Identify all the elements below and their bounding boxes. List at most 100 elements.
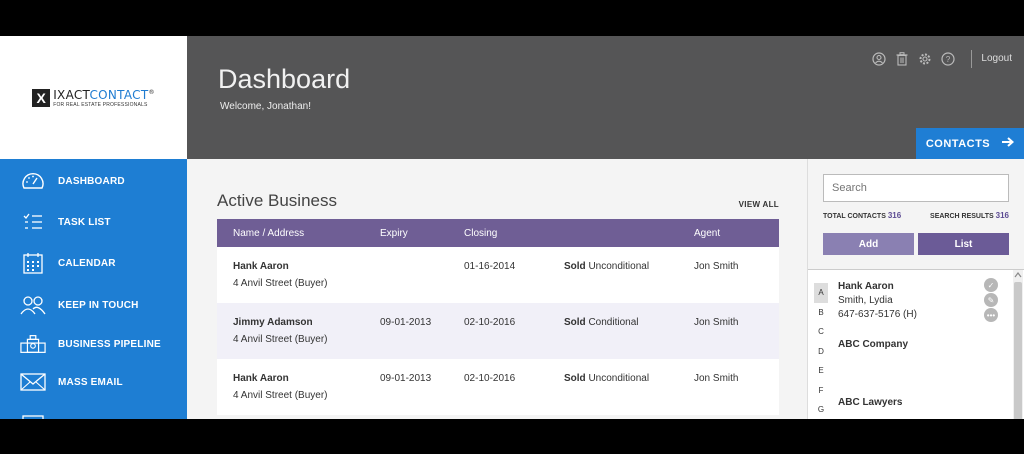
column-header-name[interactable]: Name / Address <box>233 228 304 239</box>
scroll-up-icon <box>1014 272 1022 278</box>
column-header-agent[interactable]: Agent <box>694 228 720 239</box>
checklist-icon <box>20 210 46 234</box>
total-contacts: TOTAL CONTACTS 316 <box>823 211 901 220</box>
alphabet-letter-c[interactable]: C <box>814 322 828 342</box>
alphabet-letter-a[interactable]: A <box>814 283 828 303</box>
logo-area: X IXACTCONTACT® FOR REAL ESTATE PROFESSI… <box>0 36 187 159</box>
row-status-main: Sold <box>564 261 586 272</box>
row-agent: Jon Smith <box>694 373 739 384</box>
row-status-main: Sold <box>564 373 586 384</box>
sidebar-item-label: MASS EMAIL <box>58 376 123 388</box>
column-header-closing[interactable]: Closing <box>464 228 497 239</box>
contacts-button-label: CONTACTS <box>925 137 991 150</box>
contact-list: A B C D E F G Hank Aaron Smith, Lydia 64… <box>808 269 1024 419</box>
sidebar-item-label: KEEP IN TOUCH <box>58 299 139 311</box>
sidebar-item-label: BUSINESS PIPELINE <box>58 338 161 350</box>
scrollbar-thumb[interactable] <box>1014 282 1022 419</box>
scrollbar[interactable] <box>1013 270 1023 419</box>
main-content: Active Business VIEW ALL Name / Address … <box>187 159 807 419</box>
table-row[interactable]: Hank Aaron 4 Anvil Street (Buyer) 01-16-… <box>217 247 779 303</box>
row-closing: 01-16-2014 <box>464 261 516 272</box>
contact-item[interactable]: ABC Company <box>838 338 908 352</box>
logout-link[interactable]: Logout <box>981 53 1012 64</box>
people-icon <box>20 293 46 317</box>
contact-name: ABC Lawyers <box>838 397 903 408</box>
page-title: Dashboard <box>218 64 351 94</box>
row-status-main: Sold <box>564 317 586 328</box>
total-contacts-value: 316 <box>887 211 902 220</box>
search-input[interactable] <box>823 174 1009 202</box>
logo[interactable]: X IXACTCONTACT® FOR REAL ESTATE PROFESSI… <box>32 88 155 108</box>
contact-name: Hank Aaron <box>838 281 894 292</box>
contact-name: ABC Company <box>838 339 909 350</box>
grid-icon <box>20 410 46 419</box>
sidebar-item-dashboard[interactable]: DASHBOARD <box>0 165 187 197</box>
alphabet-letter-g[interactable]: G <box>814 400 828 419</box>
table-row[interactable]: Hank Aaron 4 Anvil Street (Buyer) 09-01-… <box>217 359 779 415</box>
column-header-expiry[interactable]: Expiry <box>380 228 408 239</box>
alphabet-letter-d[interactable]: D <box>814 342 828 362</box>
header: Dashboard Welcome, Jonathan! ? Logout CO… <box>187 36 1024 159</box>
alphabet-letter-e[interactable]: E <box>814 361 828 381</box>
add-contact-button[interactable]: Add <box>823 233 914 255</box>
sidebar-item-label: DASHBOARD <box>58 175 125 187</box>
row-name: Hank Aaron <box>233 373 289 384</box>
contact-item[interactable]: ABC Lawyers <box>838 396 902 410</box>
svg-text:?: ? <box>945 55 950 64</box>
row-status-detail: Unconditional <box>588 261 650 272</box>
row-closing: 02-10-2016 <box>464 373 516 384</box>
row-name: Hank Aaron <box>233 261 289 272</box>
logo-tagline: FOR REAL ESTATE PROFESSIONALS <box>53 101 148 108</box>
view-all-link[interactable]: VIEW ALL <box>739 200 779 209</box>
row-status: Sold Unconditional <box>564 261 649 272</box>
row-agent: Jon Smith <box>694 261 739 272</box>
header-separator <box>971 50 972 68</box>
contacts-button[interactable]: CONTACTS <box>916 128 1024 159</box>
user-icon[interactable] <box>871 52 886 67</box>
sidebar-item-label: CALENDAR <box>58 257 116 269</box>
row-status-detail: Unconditional <box>588 373 650 384</box>
row-status-detail: Conditional <box>588 317 639 328</box>
row-expiry: 09-01-2013 <box>380 373 432 384</box>
contact-item[interactable]: Hank Aaron Smith, Lydia 647-637-5176 (H) <box>838 280 917 322</box>
welcome-message: Welcome, Jonathan! <box>220 101 311 112</box>
table-row[interactable]: Jimmy Adamson 4 Anvil Street (Buyer) 09-… <box>217 303 779 359</box>
list-button[interactable]: List <box>918 233 1009 255</box>
logo-mark: X <box>32 88 51 107</box>
edit-icon[interactable]: ✎ <box>984 293 998 307</box>
active-business-table: Name / Address Expiry Closing Agent Hank… <box>217 219 779 415</box>
sidebar-item-mass-email[interactable]: MASS EMAIL <box>0 366 187 398</box>
contact-secondary: Smith, Lydia <box>838 295 893 306</box>
more-icon[interactable]: ••• <box>984 308 998 322</box>
sidebar-item-label: TASK LIST <box>58 216 111 228</box>
sidebar-item-calendar[interactable]: CALENDAR <box>0 247 187 279</box>
contacts-panel: TOTAL CONTACTS 316 SEARCH RESULTS 316 Ad… <box>807 159 1024 419</box>
section-title: Active Business <box>217 191 337 210</box>
sidebar-item-keep-in-touch[interactable]: KEEP IN TOUCH <box>0 289 187 321</box>
sidebar-item-partial[interactable] <box>0 406 187 419</box>
row-agent: Jon Smith <box>694 317 739 328</box>
row-expiry: 09-01-2013 <box>380 317 432 328</box>
calendar-icon <box>20 251 46 275</box>
contact-actions: ✓ ✎ ••• <box>984 278 998 322</box>
search-results: SEARCH RESULTS 316 <box>930 211 1009 220</box>
gear-icon[interactable] <box>917 52 932 67</box>
trash-icon[interactable] <box>894 52 909 67</box>
row-name: Jimmy Adamson <box>233 317 313 328</box>
header-icons: ? <box>871 50 972 68</box>
row-address: 4 Anvil Street (Buyer) <box>233 390 328 401</box>
speedometer-icon <box>20 169 46 193</box>
total-contacts-label: TOTAL CONTACTS <box>823 213 886 220</box>
sidebar-item-business-pipeline[interactable]: BUSINESS PIPELINE <box>0 328 187 360</box>
alphabet-index: A B C D E F G <box>814 283 828 419</box>
logo-text-contact: CONTACT <box>89 87 149 102</box>
check-icon[interactable]: ✓ <box>984 278 998 292</box>
row-closing: 02-10-2016 <box>464 317 516 328</box>
alphabet-letter-f[interactable]: F <box>814 381 828 401</box>
help-icon[interactable]: ? <box>940 52 955 67</box>
search-results-value: 316 <box>995 211 1009 220</box>
row-status: Sold Conditional <box>564 317 639 328</box>
alphabet-letter-b[interactable]: B <box>814 303 828 323</box>
sidebar-item-task-list[interactable]: TASK LIST <box>0 206 187 238</box>
row-address: 4 Anvil Street (Buyer) <box>233 334 328 345</box>
